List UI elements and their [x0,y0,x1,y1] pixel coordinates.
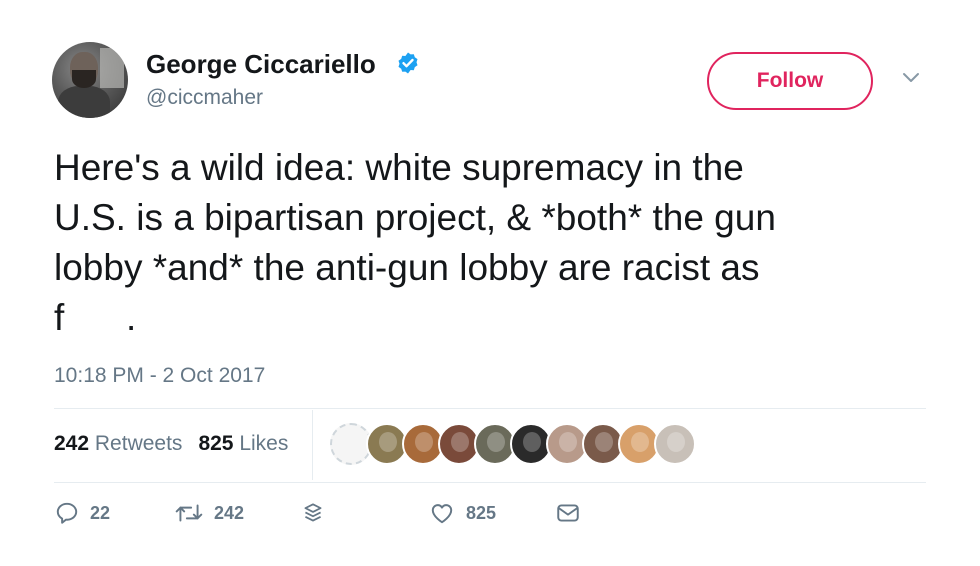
retweet-count: 242 [214,502,245,523]
layers-button[interactable] [300,500,326,526]
like-count: 825 [466,502,497,523]
author-handle[interactable]: @ciccmaher [146,86,263,110]
tweet-text: Here's a wild idea: white supremacy in t… [54,143,934,343]
retweets-label: Retweets [94,432,183,455]
chevron-down-icon[interactable] [902,72,920,84]
likes-stat[interactable]: 825 Likes [198,432,288,456]
tweet-text-line: U.S. is a bipartisan project, & *both* t… [54,197,776,238]
likes-count: 825 [198,432,234,455]
tweet-card: George Ciccariello @ciccmaher Follow Her… [0,0,980,566]
engagement-stats: 242 Retweets 825 Likes [54,432,288,456]
tweet-text-line: Here's a wild idea: white supremacy in t… [54,147,744,188]
reply-icon [56,502,78,524]
verified-badge-icon [398,52,418,74]
liker-avatars [330,423,696,467]
retweets-count: 242 [54,432,90,455]
author-avatar[interactable] [52,42,128,118]
likes-label: Likes [239,432,289,455]
stats-separator [312,410,313,480]
layers-icon [304,503,322,522]
tweet-text-line: f . [54,297,137,338]
liker-avatar[interactable] [654,423,696,465]
divider [54,482,926,483]
tweet-timestamp[interactable]: 10:18 PM - 2 Oct 2017 [54,364,265,388]
direct-message-button[interactable] [554,500,582,526]
envelope-icon [557,504,579,522]
divider [54,408,926,409]
author-name[interactable]: George Ciccariello [146,49,376,80]
retweet-button[interactable]: 242 [174,500,244,526]
like-button[interactable]: 825 [428,500,496,526]
reply-count: 22 [90,502,111,523]
retweets-stat[interactable]: 242 Retweets [54,432,182,456]
reply-button[interactable]: 22 [54,500,110,526]
tweet-text-line: lobby *and* the anti-gun lobby are racis… [54,247,760,288]
retweet-icon [175,504,203,522]
heart-icon [431,504,453,524]
follow-button[interactable]: Follow [707,52,873,110]
